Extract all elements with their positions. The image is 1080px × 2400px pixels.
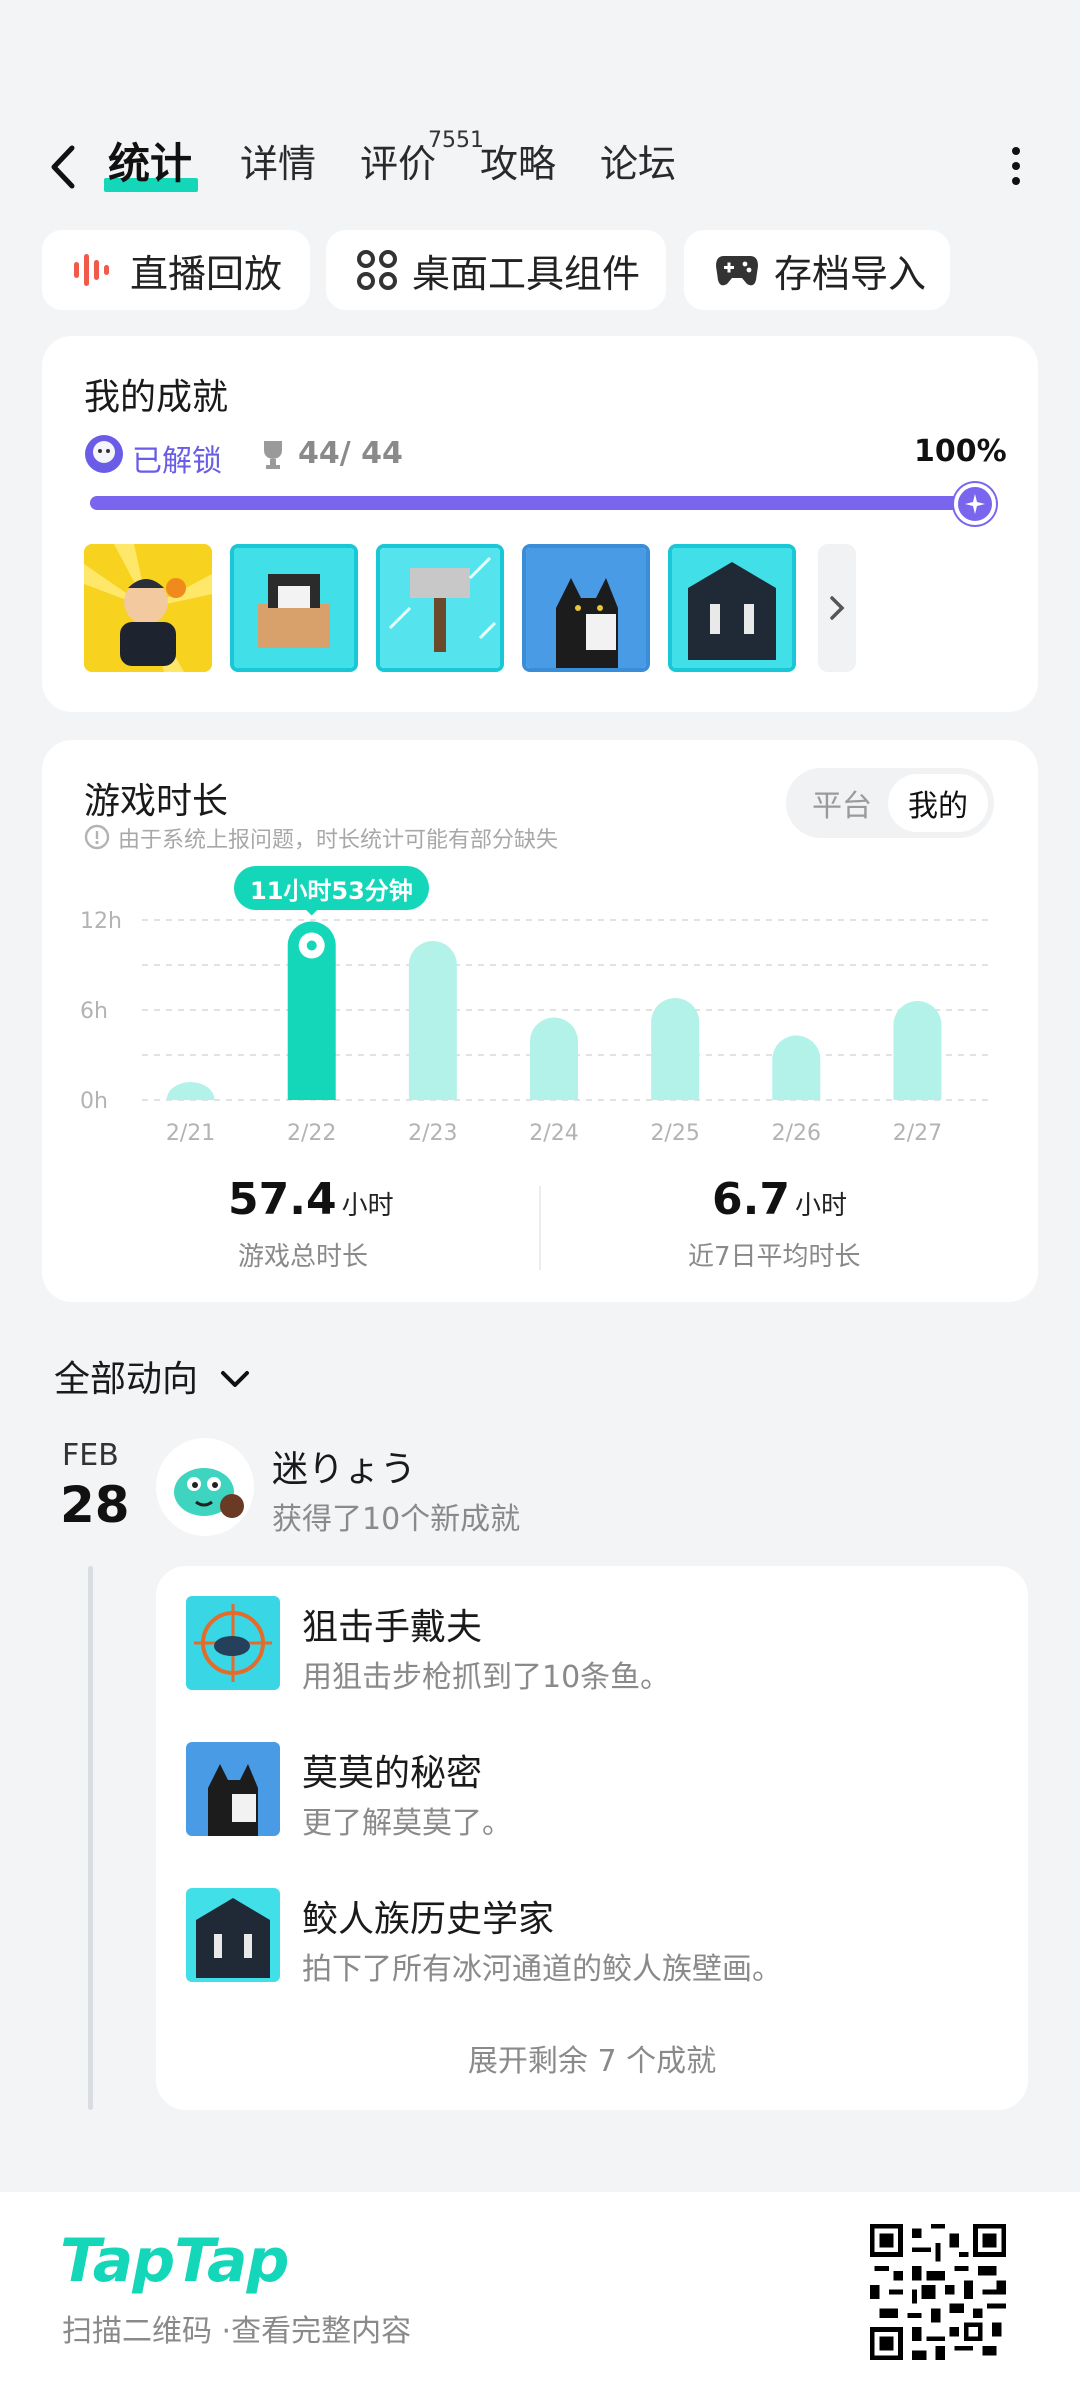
review-count-badge: 7551 — [428, 128, 484, 153]
tab-reviews[interactable]: 评价 — [360, 136, 436, 192]
chart-bar[interactable] — [651, 998, 700, 1100]
user-avatar-icon — [85, 435, 123, 473]
chip-label: 直播回放 — [130, 251, 283, 296]
unlock-status: 已解锁 — [132, 444, 222, 479]
total-playtime-value: 57.4 — [228, 1174, 337, 1225]
achievement-title: 狙击手戴夫 — [302, 1607, 483, 1648]
achievement-percent: 100% — [914, 434, 1007, 469]
bar-marker-dot — [306, 940, 317, 951]
playtime-toggle[interactable]: 平台 我的 — [786, 768, 994, 838]
feed-user-action: 获得了10个新成就 — [272, 1502, 521, 1537]
achievement-progress-bar — [90, 496, 990, 510]
desktop-widget-chip[interactable]: 桌面工具组件 — [326, 230, 666, 310]
chevron-down-icon — [221, 1371, 250, 1387]
x-tick-label: 2/22 — [287, 1121, 336, 1146]
chip-label: 桌面工具组件 — [412, 251, 641, 296]
achievement-icon — [186, 1596, 280, 1690]
live-replay-chip[interactable]: 直播回放 — [42, 230, 310, 310]
playtime-chart: 12h 6h 0h 2/21 2/22 2/23 2/24 2/25 2/26 2/27 — [80, 907, 990, 1146]
x-tick-label: 2/26 — [772, 1121, 821, 1146]
sparkle-icon — [954, 483, 996, 525]
feed-date-day: 28 — [60, 1476, 130, 1534]
chevron-right-icon — [830, 596, 845, 620]
chart-bar[interactable] — [772, 1035, 821, 1101]
qr-code-icon — [870, 2224, 1006, 2360]
x-tick-label: 2/21 — [166, 1121, 215, 1146]
achievement-desc: 拍下了所有冰河通道的鲛人族壁画。 — [302, 1952, 782, 1987]
chart-tooltip: 11小时53分钟 — [234, 866, 429, 910]
toggle-platform[interactable]: 平台 — [792, 774, 892, 832]
total-playtime-label: 游戏总时长 — [238, 1242, 369, 1272]
achievement-title: 莫莫的秘密 — [302, 1753, 483, 1794]
achievement-tile[interactable] — [522, 544, 650, 672]
widgets-icon — [357, 250, 397, 290]
soundwave-icon — [74, 254, 109, 286]
achievement-icon — [186, 1888, 280, 1982]
achievement-count: 44/ 44 — [298, 436, 403, 471]
trophy-icon — [264, 441, 282, 469]
achievement-icon — [186, 1742, 280, 1836]
save-import-chip[interactable]: 存档导入 — [684, 230, 950, 310]
feed-filter[interactable]: 全部动向 — [54, 1350, 251, 1402]
tab-stats[interactable]: 统计 — [108, 136, 192, 192]
timeline-line — [88, 1566, 93, 2110]
y-tick-label: 6h — [80, 999, 108, 1024]
achievements-title: 我的成就 — [84, 377, 229, 418]
x-tick-label: 2/23 — [408, 1121, 457, 1146]
x-tick-label: 2/25 — [650, 1121, 699, 1146]
achievement-tile[interactable] — [230, 544, 358, 672]
chart-bar[interactable] — [408, 941, 457, 1100]
more-vertical-icon[interactable] — [1010, 146, 1022, 186]
achievements-more-button[interactable] — [818, 544, 856, 672]
feed-filter-label: 全部动向 — [54, 1359, 199, 1400]
total-playtime: 57.4 小时 — [228, 1174, 394, 1225]
y-tick-label: 0h — [80, 1089, 108, 1114]
expand-remaining-button[interactable]: 展开剩余 7 个成就 — [156, 2036, 1028, 2080]
stats-divider — [539, 1186, 541, 1270]
back-arrow-icon[interactable] — [44, 142, 84, 192]
footer-text: 扫描二维码 ·查看完整内容 — [62, 2314, 412, 2349]
average-playtime-label: 近7日平均时长 — [688, 1242, 861, 1272]
achievement-desc: 用狙击步枪抓到了10条鱼。 — [302, 1660, 671, 1695]
progress-fill — [90, 496, 990, 510]
x-tick-label: 2/24 — [529, 1121, 578, 1146]
achievement-tile[interactable] — [668, 544, 796, 672]
tab-guides[interactable]: 攻略 — [480, 136, 556, 192]
achievement-desc: 更了解莫莫了。 — [302, 1806, 512, 1841]
achievement-title: 鲛人族历史学家 — [302, 1899, 555, 1940]
feed-date-month: FEB — [62, 1438, 119, 1473]
achievement-tile[interactable] — [84, 544, 212, 672]
average-playtime: 6.7 小时 — [712, 1174, 847, 1225]
toggle-mine[interactable]: 我的 — [888, 774, 988, 832]
gamepad-icon — [716, 256, 758, 286]
tab-forum[interactable]: 论坛 — [600, 136, 676, 192]
chip-label: 存档导入 — [774, 251, 927, 296]
total-playtime-unit: 小时 — [341, 1191, 394, 1221]
info-icon — [84, 824, 110, 850]
playtime-note: 由于系统上报问题，时长统计可能有部分缺失 — [118, 828, 559, 853]
x-tick-label: 2/27 — [893, 1121, 942, 1146]
average-playtime-value: 6.7 — [712, 1174, 790, 1225]
chart-bar[interactable] — [166, 1082, 215, 1100]
feed-user-name[interactable]: 迷りょう — [272, 1440, 416, 1492]
tab-details[interactable]: 详情 — [240, 136, 316, 192]
new-achievements-card — [156, 1566, 1028, 2110]
average-playtime-unit: 小时 — [795, 1191, 848, 1221]
taptap-logo: TapTap — [60, 2226, 289, 2296]
y-tick-label: 12h — [80, 909, 122, 934]
chart-bar[interactable] — [893, 1001, 942, 1100]
playtime-title: 游戏时长 — [84, 781, 229, 822]
user-avatar[interactable] — [156, 1438, 254, 1536]
chart-bar[interactable] — [530, 1017, 578, 1101]
achievement-tile[interactable] — [376, 544, 504, 672]
